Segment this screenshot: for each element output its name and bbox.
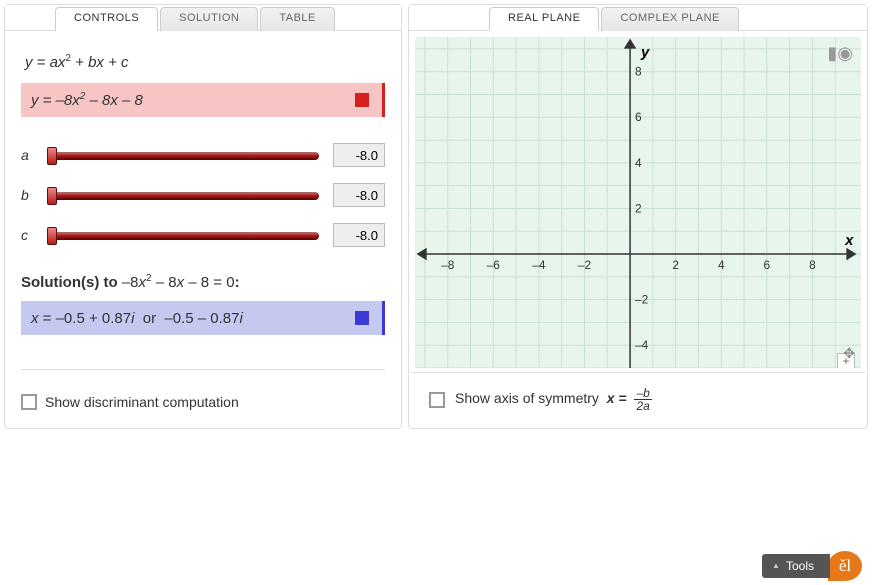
show-discriminant-checkbox[interactable] bbox=[21, 394, 37, 410]
divider bbox=[21, 369, 385, 370]
slider-b[interactable] bbox=[43, 186, 323, 204]
left-tabs: CONTROLS SOLUTION TABLE bbox=[5, 5, 401, 31]
equation-text: y = –8x2 – 8x – 8 bbox=[31, 91, 143, 109]
tab-real-plane[interactable]: REAL PLANE bbox=[489, 7, 599, 31]
svg-text:–2: –2 bbox=[578, 258, 591, 272]
slider-a-value[interactable] bbox=[333, 143, 385, 167]
show-axis-checkbox[interactable] bbox=[429, 392, 445, 408]
graph-area[interactable]: y x –8–6–4–2 2468 8642 –2–4–6–8 bbox=[415, 37, 861, 368]
left-panel: CONTROLS SOLUTION TABLE y = ax2 + bx + c… bbox=[4, 4, 402, 429]
tools-footer: Tools ěl bbox=[762, 551, 862, 581]
tab-table[interactable]: TABLE bbox=[260, 7, 335, 31]
svg-text:–2: –2 bbox=[635, 293, 648, 307]
solutions-header: Solution(s) to –8x2 – 8x – 8 = 0: bbox=[21, 273, 385, 291]
brand-badge[interactable]: ěl bbox=[828, 551, 862, 581]
slider-c[interactable] bbox=[43, 226, 323, 244]
x-axis-label: x bbox=[844, 233, 854, 249]
slider-b-row: b bbox=[21, 183, 385, 207]
svg-text:–8: –8 bbox=[441, 258, 455, 272]
svg-text:–6: –6 bbox=[487, 258, 501, 272]
solution-color-swatch bbox=[355, 311, 369, 325]
equation-color-swatch bbox=[355, 93, 369, 107]
tab-solution[interactable]: SOLUTION bbox=[160, 7, 258, 31]
tools-button[interactable]: Tools bbox=[762, 554, 830, 578]
slider-a-row: a bbox=[21, 143, 385, 167]
right-panel: REAL PLANE COMPLEX PLANE bbox=[408, 4, 868, 429]
general-formula: y = ax2 + bx + c bbox=[25, 53, 385, 71]
svg-text:4: 4 bbox=[635, 156, 642, 170]
solution-text: x = –0.5 + 0.87i or –0.5 – 0.87i bbox=[31, 310, 243, 327]
slider-a-label: a bbox=[21, 147, 33, 163]
camera-icon[interactable]: ▮◉ bbox=[827, 43, 853, 64]
svg-text:6: 6 bbox=[764, 258, 771, 272]
svg-text:8: 8 bbox=[635, 65, 642, 79]
slider-b-value[interactable] bbox=[333, 183, 385, 207]
svg-text:4: 4 bbox=[718, 258, 725, 272]
tab-controls[interactable]: CONTROLS bbox=[55, 7, 158, 31]
slider-c-value[interactable] bbox=[333, 223, 385, 247]
right-tabs: REAL PLANE COMPLEX PLANE bbox=[409, 5, 867, 31]
svg-text:6: 6 bbox=[635, 110, 642, 124]
equation-display: y = –8x2 – 8x – 8 bbox=[21, 83, 385, 117]
slider-a[interactable] bbox=[43, 146, 323, 164]
slider-c-label: c bbox=[21, 227, 33, 243]
show-discriminant-label: Show discriminant computation bbox=[45, 394, 239, 410]
svg-text:2: 2 bbox=[635, 201, 642, 215]
solution-display: x = –0.5 + 0.87i or –0.5 – 0.87i bbox=[21, 301, 385, 335]
tab-complex-plane[interactable]: COMPLEX PLANE bbox=[601, 7, 738, 31]
show-discriminant-row: Show discriminant computation bbox=[21, 394, 385, 410]
pan-icon[interactable]: ✥ bbox=[843, 345, 855, 362]
svg-text:2: 2 bbox=[672, 258, 679, 272]
svg-text:–4: –4 bbox=[532, 258, 546, 272]
axis-symmetry-row: Show axis of symmetry x = –b2a bbox=[411, 372, 865, 426]
slider-b-label: b bbox=[21, 187, 33, 203]
slider-c-row: c bbox=[21, 223, 385, 247]
y-axis-label: y bbox=[640, 45, 650, 61]
show-axis-label: Show axis of symmetry x = –b2a bbox=[455, 387, 652, 412]
graph-svg: y x –8–6–4–2 2468 8642 –2–4–6–8 bbox=[415, 37, 861, 368]
svg-text:8: 8 bbox=[809, 258, 816, 272]
svg-text:–4: –4 bbox=[635, 338, 649, 352]
